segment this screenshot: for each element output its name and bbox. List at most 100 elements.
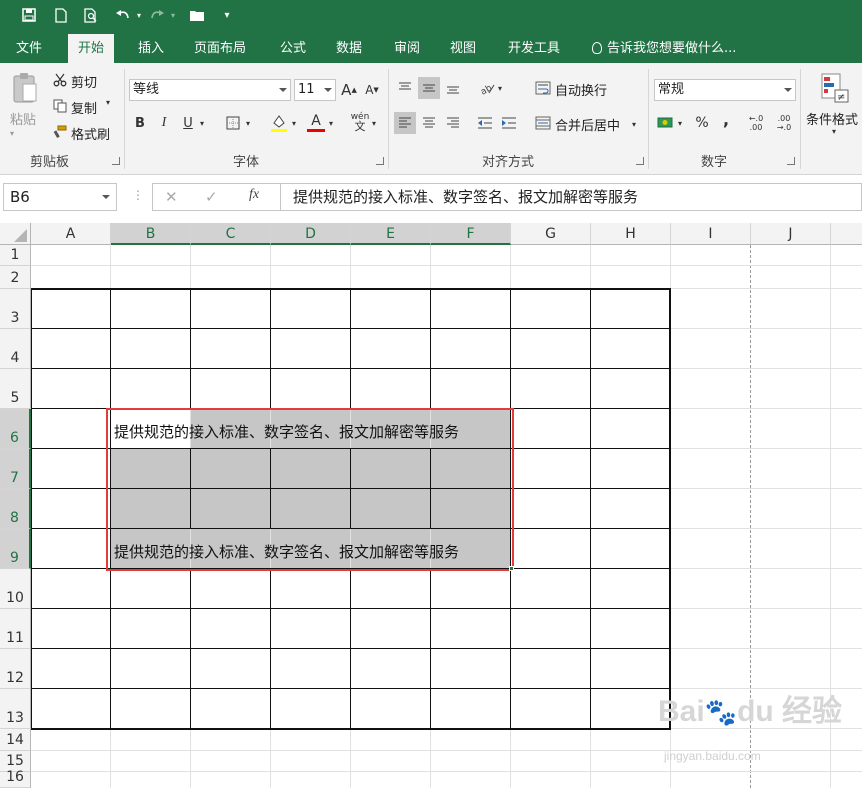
fill-color-icon[interactable] — [268, 111, 290, 135]
bold-button[interactable]: B — [130, 113, 150, 133]
column-header-c[interactable]: C — [191, 223, 271, 245]
align-center-icon[interactable] — [418, 112, 440, 134]
column-header-b[interactable]: B — [111, 223, 191, 245]
redo-dropdown-icon[interactable]: ▾ — [162, 4, 184, 26]
merge-center-button[interactable]: 合并后居中 — [555, 115, 620, 134]
column-header-e[interactable]: E — [351, 223, 431, 245]
row-header-8[interactable]: 8 — [0, 489, 31, 529]
row-header-4[interactable]: 4 — [0, 329, 31, 369]
row-header-2[interactable]: 2 — [0, 266, 31, 289]
column-header-k[interactable] — [831, 223, 862, 245]
font-color-dropdown-icon[interactable]: ▾ — [329, 113, 333, 133]
wrap-text-button[interactable]: 自动换行 — [555, 80, 607, 99]
align-top-icon[interactable] — [394, 77, 416, 99]
format-painter-button[interactable]: 格式刷 — [71, 124, 110, 143]
clipboard-launcher-icon[interactable] — [112, 157, 120, 165]
grow-font-button[interactable]: A ▲ — [341, 80, 357, 100]
tab-developer[interactable]: 开发工具 — [498, 34, 570, 63]
accounting-dropdown-icon[interactable]: ▾ — [678, 113, 682, 133]
borders-dropdown-icon[interactable]: ▾ — [246, 113, 250, 133]
row-header-9[interactable]: 9 — [0, 529, 31, 569]
column-header-d[interactable]: D — [271, 223, 351, 245]
percent-style-button[interactable]: % — [692, 113, 712, 133]
row-header-6[interactable]: 6 — [0, 409, 31, 449]
font-launcher-icon[interactable] — [376, 157, 384, 165]
fill-color-dropdown-icon[interactable]: ▾ — [292, 113, 296, 133]
row-header-13[interactable]: 13 — [0, 689, 31, 729]
font-color-button[interactable]: A — [305, 110, 327, 134]
underline-dropdown-icon[interactable]: ▾ — [200, 113, 204, 133]
increase-decimal-icon[interactable]: ←.0.00 — [746, 111, 766, 135]
tab-review[interactable]: 审阅 — [384, 34, 430, 63]
shrink-font-button[interactable]: A ▼ — [364, 80, 380, 100]
cut-button[interactable]: 剪切 — [71, 72, 97, 91]
print-preview-icon[interactable] — [80, 4, 102, 26]
copy-dropdown-icon[interactable]: ▾ — [106, 98, 110, 107]
column-header-i[interactable]: I — [671, 223, 751, 245]
phonetic-button[interactable]: wén 文 — [348, 111, 372, 133]
row-header-1[interactable]: 1 — [0, 245, 31, 266]
alignment-launcher-icon[interactable] — [636, 157, 644, 165]
fill-handle[interactable] — [509, 566, 514, 571]
align-middle-icon[interactable] — [418, 77, 440, 99]
conditional-format-dropdown-icon[interactable]: ▾ — [832, 127, 836, 136]
number-format-combo[interactable]: 常规 — [654, 79, 796, 101]
column-header-h[interactable]: H — [591, 223, 671, 245]
row-header-10[interactable]: 10 — [0, 569, 31, 609]
italic-button[interactable]: I — [154, 113, 174, 133]
row-header-12[interactable]: 12 — [0, 649, 31, 689]
formula-input[interactable]: 提供规范的接入标准、数字签名、报文加解密等服务 — [280, 183, 862, 211]
column-header-a[interactable]: A — [31, 223, 111, 245]
row-header-11[interactable]: 11 — [0, 609, 31, 649]
font-size-combo[interactable]: 11 — [294, 79, 336, 101]
row-header-16[interactable]: 16 — [0, 769, 31, 788]
orientation-dropdown-icon[interactable]: ▾ — [498, 77, 502, 99]
decrease-decimal-icon[interactable]: .00 →.0 — [774, 111, 794, 135]
tab-page-layout[interactable]: 页面布局 — [184, 34, 256, 63]
tab-insert[interactable]: 插入 — [128, 34, 174, 63]
row-header-3[interactable]: 3 — [0, 289, 31, 329]
font-name-combo[interactable]: 等线 — [129, 79, 291, 101]
cancel-entry-button[interactable]: ✕ — [165, 188, 178, 206]
orientation-icon[interactable]: ab — [476, 77, 498, 99]
new-file-icon[interactable] — [50, 4, 72, 26]
align-right-icon[interactable] — [442, 112, 464, 134]
borders-icon[interactable] — [222, 113, 244, 133]
tab-formulas[interactable]: 公式 — [270, 34, 316, 63]
conditional-format-button[interactable]: 条件格式 — [806, 109, 858, 128]
increase-indent-icon[interactable] — [498, 112, 520, 134]
phonetic-dropdown-icon[interactable]: ▾ — [372, 113, 376, 133]
row-header-5[interactable]: 5 — [0, 369, 31, 409]
row-header-14[interactable]: 14 — [0, 729, 31, 751]
merge-center-dropdown-icon[interactable]: ▾ — [632, 115, 636, 133]
name-box[interactable]: B6 — [3, 183, 117, 211]
underline-button[interactable]: U — [178, 113, 198, 133]
enter-button[interactable]: ✓ — [205, 188, 218, 206]
copy-button[interactable]: 复制 — [71, 98, 97, 117]
number-launcher-icon[interactable] — [787, 157, 795, 165]
paste-icon[interactable] — [10, 71, 40, 107]
select-all-button[interactable] — [0, 223, 31, 245]
column-header-g[interactable]: G — [511, 223, 591, 245]
column-header-f[interactable]: F — [431, 223, 511, 245]
tab-home[interactable]: 开始 — [68, 34, 115, 63]
tell-me-search[interactable]: 告诉我您想要做什么... — [592, 34, 736, 63]
customize-toolbar-icon[interactable]: ▾ — [216, 4, 238, 26]
save-icon[interactable] — [18, 4, 40, 26]
insert-function-button[interactable]: fx — [249, 187, 259, 203]
tab-view[interactable]: 视图 — [440, 34, 486, 63]
column-header-j[interactable]: J — [751, 223, 831, 245]
align-bottom-icon[interactable] — [442, 77, 464, 99]
decrease-indent-icon[interactable] — [474, 112, 496, 134]
open-folder-icon[interactable] — [186, 4, 208, 26]
paste-dropdown-icon[interactable]: ▾ — [10, 129, 14, 138]
comma-style-button[interactable]: , — [716, 109, 736, 129]
accounting-format-icon[interactable] — [656, 113, 676, 133]
worksheet-grid[interactable]: A B C D E F G H I J 1 2 3 4 5 6 7 8 9 10… — [0, 223, 862, 788]
paste-button[interactable]: 粘贴 — [10, 109, 36, 128]
tab-data[interactable]: 数据 — [326, 34, 372, 63]
row-header-7[interactable]: 7 — [0, 449, 31, 489]
align-left-icon[interactable] — [394, 112, 416, 134]
formula-bar-splitter-icon[interactable]: ⋮ — [132, 188, 144, 202]
tab-file[interactable]: 文件 — [6, 34, 52, 63]
